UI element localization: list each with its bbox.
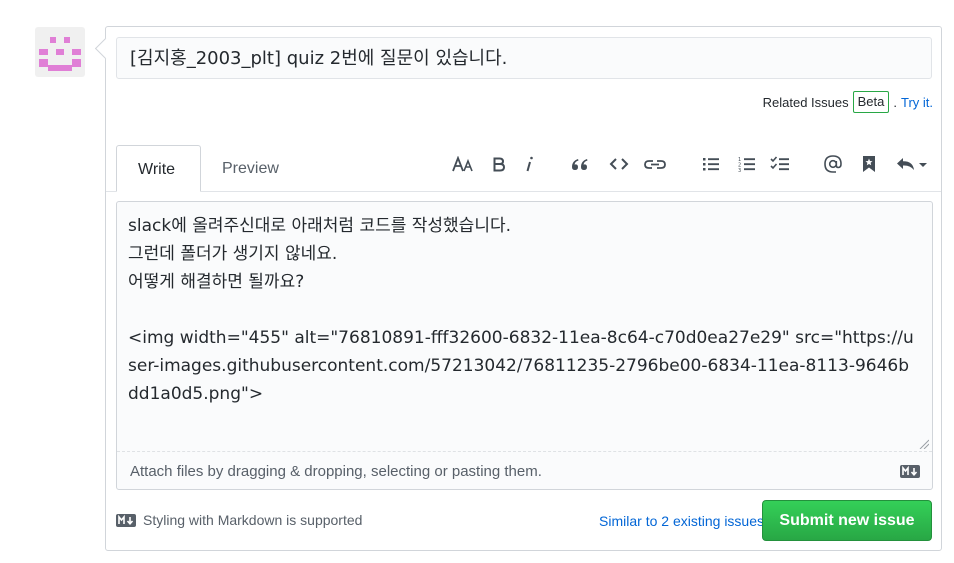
- related-issues: Related Issues Beta. Try it.: [763, 91, 933, 113]
- code-icon[interactable]: [605, 150, 633, 178]
- resize-grip-icon[interactable]: [919, 439, 929, 449]
- speech-notch: [94, 37, 117, 60]
- markdown-support-label: Styling with Markdown is supported: [143, 512, 363, 528]
- try-it-link[interactable]: Try it.: [901, 95, 933, 110]
- issue-title-input[interactable]: [김지홍_2003_plt] quiz 2번에 질문이 있습니다.: [116, 37, 932, 79]
- markdown-icon: [900, 465, 920, 478]
- comment-body[interactable]: slack에 올려주신대로 아래처럼 코드를 작성했습니다. 그런데 폴더가 생…: [128, 212, 918, 408]
- saved-reply-icon[interactable]: [855, 150, 883, 178]
- mention-icon[interactable]: [819, 150, 847, 178]
- markdown-toolbar: 123: [0, 150, 954, 178]
- markdown-support: Styling with Markdown is supported: [116, 512, 362, 528]
- reply-icon[interactable]: [892, 150, 932, 178]
- italic-icon[interactable]: [515, 150, 543, 178]
- attach-hint: Attach files by dragging & dropping, sel…: [130, 463, 542, 480]
- related-issues-label: Related Issues: [762, 94, 849, 110]
- comment-editor[interactable]: slack에 올려주신대로 아래처럼 코드를 작성했습니다. 그런데 폴더가 생…: [116, 201, 933, 490]
- task-list-icon[interactable]: [766, 150, 794, 178]
- link-icon[interactable]: [641, 150, 669, 178]
- quote-icon[interactable]: [566, 150, 594, 178]
- avatar: [35, 27, 85, 77]
- submit-new-issue-button[interactable]: Submit new issue: [762, 500, 932, 541]
- text-size-icon[interactable]: [449, 150, 477, 178]
- similar-issues-link[interactable]: Similar to 2 existing issues: [599, 513, 764, 529]
- attach-files-bar[interactable]: Attach files by dragging & dropping, sel…: [117, 451, 932, 489]
- unordered-list-icon[interactable]: [697, 150, 725, 178]
- bold-icon[interactable]: [485, 150, 513, 178]
- beta-badge: Beta: [852, 91, 890, 113]
- markdown-icon: [116, 513, 136, 527]
- ordered-list-icon[interactable]: 123: [733, 150, 761, 178]
- svg-text:3: 3: [738, 168, 741, 172]
